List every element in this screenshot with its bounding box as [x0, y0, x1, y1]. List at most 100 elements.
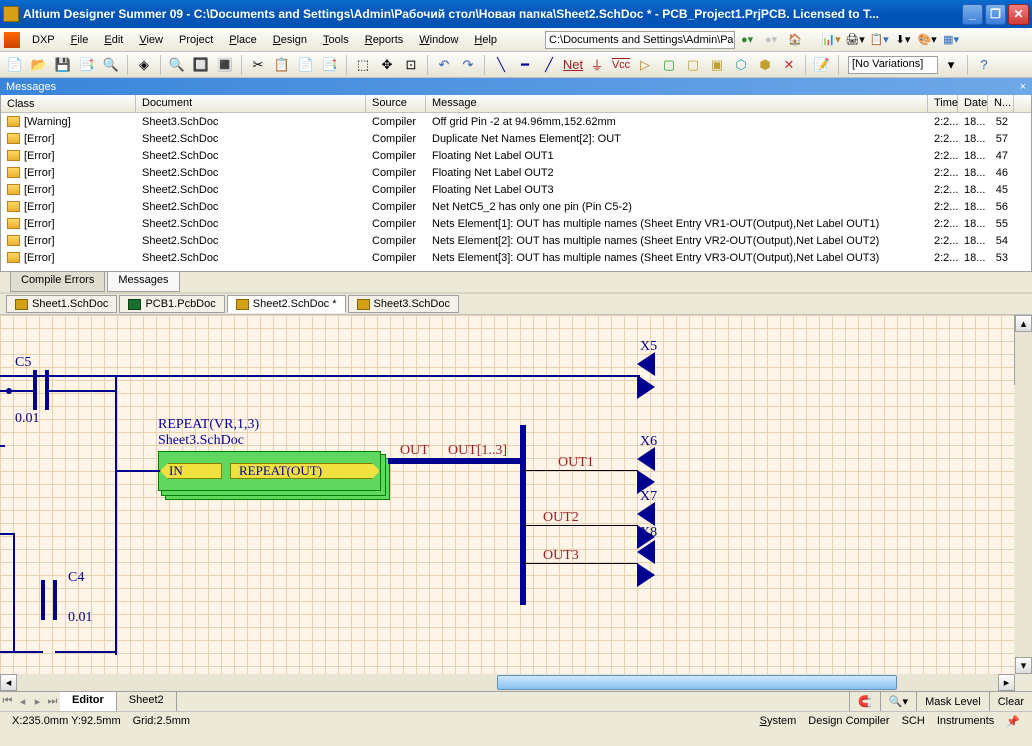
mask-level-button[interactable]: Mask Level: [916, 692, 989, 711]
zoom-doc-icon[interactable]: 🔍: [166, 54, 188, 76]
clear-button[interactable]: Clear: [989, 692, 1032, 711]
vertical-scrollbar[interactable]: ▴ ▾: [1015, 315, 1032, 674]
mask-icon[interactable]: 🔍▾: [880, 692, 916, 711]
new-icon[interactable]: 📄: [4, 54, 26, 76]
caret-icon[interactable]: ⬇▾: [892, 30, 914, 50]
menu-dxp[interactable]: DXP: [24, 32, 63, 48]
menu-view[interactable]: View: [131, 32, 171, 48]
menu-place[interactable]: Place: [221, 32, 265, 48]
open-icon[interactable]: 📂: [28, 54, 50, 76]
preview-icon[interactable]: 🔍: [100, 54, 122, 76]
grid-icon[interactable]: ▦▾: [940, 30, 962, 50]
save-icon[interactable]: 💾: [52, 54, 74, 76]
doctab-sheet1[interactable]: Sheet1.SchDoc: [6, 295, 117, 313]
col-document-header[interactable]: Document: [136, 95, 366, 112]
message-row[interactable]: [Warning] Sheet3.SchDoc Compiler Off gri…: [1, 113, 1031, 130]
col-date-header[interactable]: Date: [958, 95, 988, 112]
status-pin-icon[interactable]: 📌: [1000, 715, 1026, 728]
status-system[interactable]: System: [754, 715, 803, 727]
col-no-header[interactable]: N...: [988, 95, 1014, 112]
vcc-icon[interactable]: Vcc: [610, 54, 632, 76]
noerc-icon[interactable]: ✕: [778, 54, 800, 76]
zoom-sel-icon[interactable]: 🔳: [214, 54, 236, 76]
scroll-left-icon[interactable]: ◂: [0, 674, 17, 691]
sheetsym-icon[interactable]: ▢: [658, 54, 680, 76]
gnd-icon[interactable]: ⏚: [586, 54, 608, 76]
annotate-icon[interactable]: 📝: [811, 54, 833, 76]
scroll-up-icon[interactable]: ▴: [1015, 315, 1032, 332]
doctab-sheet3[interactable]: Sheet3.SchDoc: [348, 295, 459, 313]
netlabel-icon[interactable]: Net: [562, 54, 584, 76]
message-row[interactable]: [Error] Sheet2.SchDoc Compiler Floating …: [1, 181, 1031, 198]
message-row[interactable]: [Error] Sheet2.SchDoc Compiler Net NetC5…: [1, 198, 1031, 215]
report-icon[interactable]: 📑: [76, 54, 98, 76]
status-instruments[interactable]: Instruments: [931, 715, 1000, 727]
close-button[interactable]: ✕: [1008, 4, 1029, 25]
paste-icon[interactable]: 📄: [295, 54, 317, 76]
sheetentry-icon[interactable]: ▢: [682, 54, 704, 76]
status-sch[interactable]: SCH: [896, 715, 931, 727]
menu-reports[interactable]: Reports: [357, 32, 412, 48]
messages-close-icon[interactable]: ×: [1020, 81, 1026, 93]
menu-window[interactable]: Window: [411, 32, 466, 48]
scroll-right-icon[interactable]: ▸: [998, 674, 1015, 691]
stamp-icon[interactable]: 📑: [319, 54, 341, 76]
status-design-compiler[interactable]: Design Compiler: [802, 715, 895, 727]
move-icon[interactable]: ✥: [376, 54, 398, 76]
help-icon[interactable]: ?: [973, 54, 995, 76]
tab-next-icon[interactable]: ▸: [30, 692, 45, 711]
menu-file[interactable]: File: [63, 32, 97, 48]
harness-icon[interactable]: ⬡: [730, 54, 752, 76]
print-icon[interactable]: 🖨▾: [844, 30, 866, 50]
bus-icon[interactable]: ━: [514, 54, 536, 76]
undo-icon[interactable]: ↶: [433, 54, 455, 76]
nav-back-icon[interactable]: ●▾: [736, 30, 758, 50]
col-source-header[interactable]: Source: [366, 95, 426, 112]
list-icon[interactable]: 📋▾: [868, 30, 890, 50]
col-message-header[interactable]: Message: [426, 95, 928, 112]
tab-sheet2[interactable]: Sheet2: [117, 692, 177, 711]
cut-icon[interactable]: ✂: [247, 54, 269, 76]
wire-icon[interactable]: ╲: [490, 54, 512, 76]
menu-edit[interactable]: Edit: [96, 32, 131, 48]
hierarchy-icon[interactable]: ◈: [133, 54, 155, 76]
minimize-button[interactable]: _: [962, 4, 983, 25]
zoom-area-icon[interactable]: 🔲: [190, 54, 212, 76]
col-time-header[interactable]: Time: [928, 95, 958, 112]
schematic-canvas[interactable]: C5 0.01 C4 0.01 REPEAT(VR,1,3) Sheet3.Sc…: [0, 315, 1014, 675]
part-icon[interactable]: ▷: [634, 54, 656, 76]
variation-dropdown[interactable]: [No Variations]: [848, 56, 938, 74]
tab-messages[interactable]: Messages: [107, 272, 179, 292]
path-field[interactable]: C:\Documents and Settings\Admin\Раб: [545, 31, 735, 49]
theme-icon[interactable]: 🎨▾: [916, 30, 938, 50]
doctab-pcb1[interactable]: PCB1.PcbDoc: [119, 295, 224, 313]
menu-project[interactable]: Project: [171, 32, 221, 48]
home-icon[interactable]: 🏠: [784, 30, 806, 50]
tab-prev-icon[interactable]: ◂: [15, 692, 30, 711]
menu-design[interactable]: Design: [265, 32, 315, 48]
hscroll-thumb[interactable]: [497, 675, 897, 690]
scroll-down-icon[interactable]: ▾: [1015, 657, 1032, 674]
dxp-icon[interactable]: [4, 32, 20, 48]
copy-icon[interactable]: 📋: [271, 54, 293, 76]
message-row[interactable]: [Error] Sheet2.SchDoc Compiler Nets Elem…: [1, 249, 1031, 266]
message-row[interactable]: [Error] Sheet2.SchDoc Compiler Floating …: [1, 164, 1031, 181]
menu-help[interactable]: Help: [466, 32, 505, 48]
redo-icon[interactable]: ↷: [457, 54, 479, 76]
tab-last-icon[interactable]: ⏭: [45, 692, 60, 711]
menu-tools[interactable]: Tools: [315, 32, 357, 48]
busentry-icon[interactable]: ╱: [538, 54, 560, 76]
port-icon[interactable]: ⬢: [754, 54, 776, 76]
select-rect-icon[interactable]: ⬚: [352, 54, 374, 76]
col-class-header[interactable]: Class: [1, 95, 136, 112]
message-row[interactable]: [Error] Sheet2.SchDoc Compiler Duplicate…: [1, 130, 1031, 147]
device-icon[interactable]: ▣: [706, 54, 728, 76]
tab-first-icon[interactable]: ⏮: [0, 692, 15, 711]
maximize-button[interactable]: ❐: [985, 4, 1006, 25]
message-row[interactable]: [Error] Sheet2.SchDoc Compiler Nets Elem…: [1, 232, 1031, 249]
magnet-icon[interactable]: 🧲: [849, 692, 880, 711]
message-row[interactable]: [Error] Sheet2.SchDoc Compiler Nets Elem…: [1, 215, 1031, 232]
message-row[interactable]: [Error] Sheet2.SchDoc Compiler Floating …: [1, 147, 1031, 164]
tab-editor[interactable]: Editor: [60, 692, 117, 711]
chart-icon[interactable]: 📊▾: [820, 30, 842, 50]
